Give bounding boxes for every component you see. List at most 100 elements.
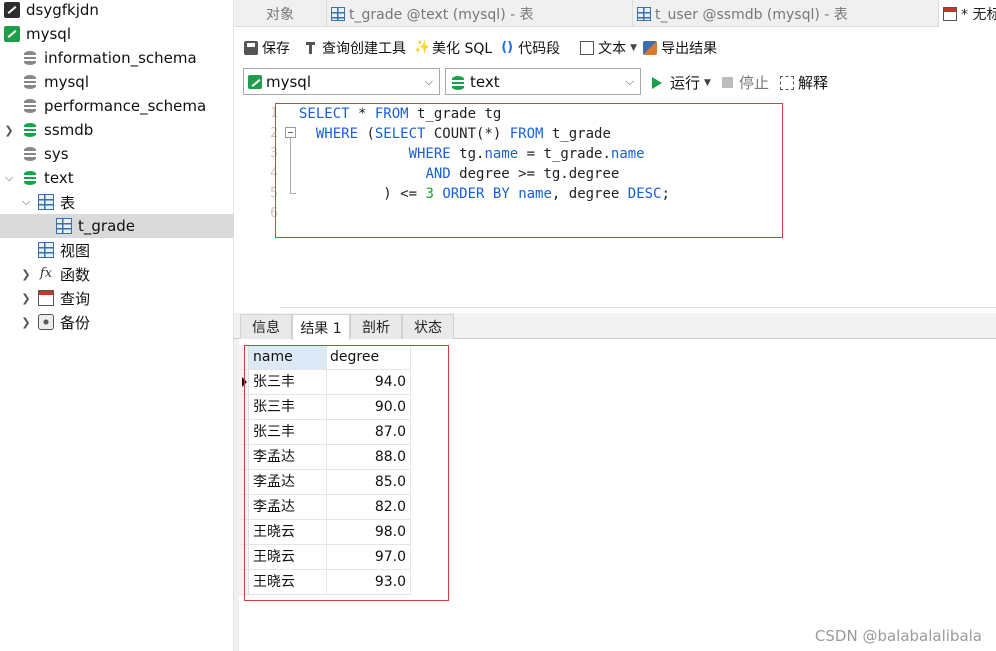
table-row[interactable]: 王晓云 97.0 xyxy=(239,545,411,570)
cell-name[interactable]: 王晓云 xyxy=(249,520,327,545)
table-row[interactable]: 王晓云 98.0 xyxy=(239,520,411,545)
chevron-down-icon[interactable]: ⌵ xyxy=(3,171,15,184)
tab-status[interactable]: 状态 xyxy=(402,314,454,339)
chevron-right-icon[interactable]: ❯ xyxy=(20,316,32,329)
tree-folder-backups[interactable]: ❯ 备份 xyxy=(0,310,234,334)
row-header[interactable] xyxy=(239,545,249,570)
chevron-down-icon: ⌵ xyxy=(625,75,634,88)
query-toolbar: 保存 查询创建工具 ✨ 美化 SQL () 代码段 文本 ▼ 导出结果 xyxy=(234,32,996,64)
query-icon xyxy=(38,290,54,306)
tree-db-ssmdb[interactable]: ❯ ssmdb xyxy=(0,118,234,142)
database-icon xyxy=(22,98,38,114)
connection-select[interactable]: mysql ⌵ xyxy=(243,68,440,95)
tree-folder-tables[interactable]: ⌵ 表 xyxy=(0,190,234,214)
row-header[interactable] xyxy=(239,395,249,420)
table-row[interactable]: 王晓云 93.0 xyxy=(239,570,411,595)
row-header[interactable] xyxy=(239,420,249,445)
table-icon xyxy=(38,194,54,210)
tree-label: performance_schema xyxy=(44,97,207,115)
stop-button[interactable]: 停止 xyxy=(722,72,769,93)
tree-db-text[interactable]: ⌵ text xyxy=(0,166,234,190)
tab-profile[interactable]: 剖析 xyxy=(350,314,402,339)
tree-db-mysql[interactable]: mysql xyxy=(0,70,234,94)
table-row[interactable]: 李孟达 85.0 xyxy=(239,470,411,495)
tree-folder-functions[interactable]: ❯ fx 函数 xyxy=(0,262,234,286)
row-header[interactable] xyxy=(239,370,249,395)
tab-result-1[interactable]: 结果 1 xyxy=(292,314,350,340)
caret-down-icon[interactable]: ▼ xyxy=(704,78,711,88)
cell-name[interactable]: 王晓云 xyxy=(249,570,327,595)
tree-label: 函数 xyxy=(60,265,91,284)
cell-degree[interactable]: 90.0 xyxy=(327,395,411,420)
row-header[interactable] xyxy=(239,470,249,495)
cell-degree[interactable]: 87.0 xyxy=(327,420,411,445)
text-mode-dropdown[interactable]: 文本 ▼ xyxy=(580,38,637,58)
cell-degree[interactable]: 94.0 xyxy=(327,370,411,395)
query-builder-button[interactable]: 查询创建工具 xyxy=(304,38,406,58)
tree-db-sys[interactable]: sys xyxy=(0,142,234,166)
cell-degree[interactable]: 93.0 xyxy=(327,570,411,595)
chevron-right-icon[interactable]: ❯ xyxy=(3,124,15,137)
cell-degree[interactable]: 82.0 xyxy=(327,495,411,520)
database-value: text xyxy=(470,72,500,91)
chevron-right-icon[interactable]: ❯ xyxy=(20,292,32,305)
cell-degree[interactable]: 97.0 xyxy=(327,545,411,570)
line-number: 2 xyxy=(270,126,278,141)
row-header[interactable] xyxy=(239,495,249,520)
tree-connection-dsygfkjdn[interactable]: dsygfkjdn xyxy=(0,0,234,22)
cell-degree[interactable]: 98.0 xyxy=(327,520,411,545)
hammer-icon xyxy=(304,41,318,55)
code-line-4: AND degree >= tg.degree xyxy=(425,166,620,182)
column-header-degree[interactable]: degree xyxy=(327,345,411,370)
tab-info[interactable]: 信息 xyxy=(240,314,292,339)
row-header[interactable] xyxy=(239,570,249,595)
tab-t-grade[interactable]: t_grade @text (mysql) - 表 xyxy=(326,0,632,27)
row-header[interactable] xyxy=(239,445,249,470)
cell-degree[interactable]: 85.0 xyxy=(327,470,411,495)
cell-name[interactable]: 张三丰 xyxy=(249,420,327,445)
chevron-right-icon[interactable]: ❯ xyxy=(20,268,32,281)
tab-t-user[interactable]: t_user @ssmdb (mysql) - 表 xyxy=(632,0,938,27)
table-row[interactable]: 张三丰 94.0 xyxy=(239,370,411,395)
code-snippet-button[interactable]: () 代码段 xyxy=(500,38,560,58)
table-row[interactable]: 李孟达 88.0 xyxy=(239,445,411,470)
table-row[interactable]: 张三丰 87.0 xyxy=(239,420,411,445)
table-row[interactable]: 张三丰 90.0 xyxy=(239,395,411,420)
sql-editor[interactable]: 1 2 3 4 5 6 SELECT * FROM t_grade tg WHE… xyxy=(234,102,996,308)
fold-guide xyxy=(290,138,291,193)
cell-name[interactable]: 张三丰 xyxy=(249,395,327,420)
column-header-name[interactable]: name xyxy=(249,345,327,370)
save-button[interactable]: 保存 xyxy=(244,38,290,58)
tree-table-t-grade[interactable]: t_grade xyxy=(0,214,234,238)
table-icon xyxy=(331,6,345,21)
tree-folder-views[interactable]: 视图 xyxy=(0,238,234,262)
cell-name[interactable]: 王晓云 xyxy=(249,545,327,570)
fold-toggle-icon[interactable] xyxy=(285,127,296,138)
tree-db-performance-schema[interactable]: performance_schema xyxy=(0,94,234,118)
cell-name[interactable]: 李孟达 xyxy=(249,495,327,520)
tab-objects[interactable]: 对象 xyxy=(234,0,326,27)
tree-folder-queries[interactable]: ❯ 查询 xyxy=(0,286,234,310)
export-result-button[interactable]: 导出结果 xyxy=(643,38,717,58)
run-button[interactable]: 运行 ▼ xyxy=(652,72,711,93)
navigator-sidebar: dsygfkjdn mysql information_schema mysql… xyxy=(0,0,234,651)
row-header[interactable] xyxy=(239,520,249,545)
database-select[interactable]: text ⌵ xyxy=(445,68,641,95)
document-icon xyxy=(580,41,595,55)
cell-degree[interactable]: 88.0 xyxy=(327,445,411,470)
table-row[interactable]: 李孟达 82.0 xyxy=(239,495,411,520)
beautify-sql-button[interactable]: ✨ 美化 SQL xyxy=(414,38,492,58)
tree-connection-mysql[interactable]: mysql xyxy=(0,22,234,46)
cell-name[interactable]: 李孟达 xyxy=(249,445,327,470)
tab-untitled-query[interactable]: * 无标 xyxy=(938,0,996,27)
explain-button[interactable]: 解释 xyxy=(780,72,828,93)
query-builder-label: 查询创建工具 xyxy=(322,41,406,57)
tree-label: 视图 xyxy=(60,241,91,260)
line-number: 6 xyxy=(270,206,278,221)
tree-db-information-schema[interactable]: information_schema xyxy=(0,46,234,70)
chevron-down-icon[interactable]: ⌵ xyxy=(20,195,32,208)
cell-name[interactable]: 张三丰 xyxy=(249,370,327,395)
stop-icon xyxy=(722,77,733,88)
cell-name[interactable]: 李孟达 xyxy=(249,470,327,495)
table-icon xyxy=(56,218,72,234)
